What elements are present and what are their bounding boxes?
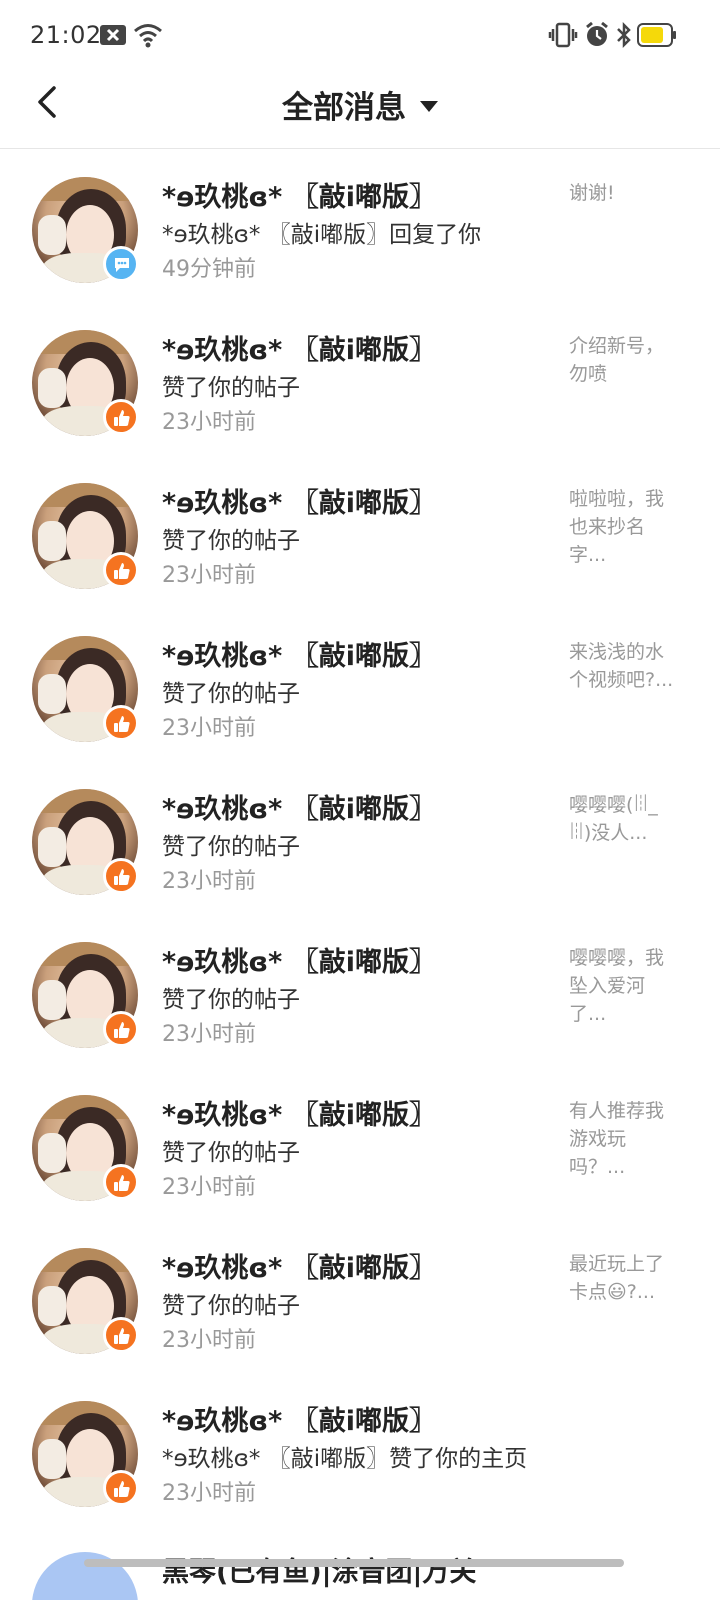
sender-name: *ɘ玖桃ɞ* 〖敲i嘟版〗: [162, 641, 436, 672]
message-item[interactable]: *ɘ玖桃ɞ* 〖敲i嘟版〗赞了你的帖子 23小时前 嘤嘤嘤(ꈨ_ꈨ)没人...: [0, 761, 720, 914]
message-action: 赞了你的帖子: [162, 375, 300, 401]
list-item-partial[interactable]: 黑琴(已有鱼)|涂音团|万关: [0, 1550, 720, 1600]
battery-icon: [637, 23, 677, 51]
caret-down-icon: [420, 101, 438, 112]
sender-name: *ɘ玖桃ɞ* 〖敲i嘟版〗: [162, 1406, 436, 1437]
sender-name: 黑琴(已有鱼)|涂音团|万关: [162, 1557, 477, 1588]
message-time: 23小时前: [162, 563, 256, 588]
message-item[interactable]: *ɘ玖桃ɞ* 〖敲i嘟版〗赞了你的帖子 23小时前 有人推荐我游戏玩吗？...: [0, 1067, 720, 1220]
like-badge-icon: [103, 399, 139, 435]
message-item[interactable]: *ɘ玖桃ɞ* 〖敲i嘟版〗 *ɘ玖桃ɞ* 〖敲i嘟版〗赞了你的主页 23小时前: [0, 1373, 720, 1526]
sender-name: *ɘ玖桃ɞ* 〖敲i嘟版〗: [162, 947, 436, 978]
page-title: 全部消息: [282, 90, 406, 126]
status-bar: 21:02: [0, 0, 720, 70]
like-badge-icon: [103, 705, 139, 741]
like-badge-icon: [103, 1317, 139, 1353]
message-item[interactable]: *ɘ玖桃ɞ* 〖敲i嘟版〗赞了你的帖子 23小时前 嘤嘤嘤，我坠入爱河了...: [0, 914, 720, 1067]
like-badge-icon: [103, 1011, 139, 1047]
sender-name: *ɘ玖桃ɞ* 〖敲i嘟版〗: [162, 182, 436, 213]
comment-badge-icon: [103, 246, 139, 282]
message-item[interactable]: *ɘ玖桃ɞ* 〖敲i嘟版〗赞了你的帖子 23小时前 来浅浅的水个视频吧?...: [0, 608, 720, 761]
sender-name: *ɘ玖桃ɞ* 〖敲i嘟版〗: [162, 794, 436, 825]
bluetooth-icon: [615, 21, 633, 53]
like-badge-icon: [103, 1164, 139, 1200]
like-badge-icon: [103, 1470, 139, 1506]
alarm-icon: [584, 21, 610, 53]
post-preview[interactable]: 嘤嘤嘤，我坠入爱河了...: [569, 944, 679, 1028]
message-time: 23小时前: [162, 869, 256, 894]
message-item[interactable]: *ɘ玖桃ɞ* 〖敲i嘟版〗 *ɘ玖桃ɞ* 〖敲i嘟版〗回复了你 49分钟前 谢谢!: [0, 149, 720, 302]
vibrate-icon: [548, 22, 578, 52]
post-preview[interactable]: 啦啦啦，我也来抄名字...: [569, 485, 679, 569]
message-time: 23小时前: [162, 410, 256, 435]
sender-name: *ɘ玖桃ɞ* 〖敲i嘟版〗: [162, 1253, 436, 1284]
wifi-icon: [133, 22, 163, 52]
message-item[interactable]: *ɘ玖桃ɞ* 〖敲i嘟版〗赞了你的帖子 23小时前 啦啦啦，我也来抄名字...: [0, 455, 720, 608]
message-action: 赞了你的帖子: [162, 528, 300, 554]
like-badge-icon: [103, 552, 139, 588]
message-action: 赞了你的帖子: [162, 987, 300, 1013]
post-preview[interactable]: 介绍新号，勿喷: [569, 332, 679, 388]
sender-name: *ɘ玖桃ɞ* 〖敲i嘟版〗: [162, 335, 436, 366]
message-time: 23小时前: [162, 1175, 256, 1200]
message-time: 23小时前: [162, 716, 256, 741]
sender-name: *ɘ玖桃ɞ* 〖敲i嘟版〗: [162, 488, 436, 519]
message-action: 赞了你的帖子: [162, 1293, 300, 1319]
message-list: *ɘ玖桃ɞ* 〖敲i嘟版〗 *ɘ玖桃ɞ* 〖敲i嘟版〗回复了你 49分钟前 谢谢! *ɘ…: [0, 149, 720, 1526]
message-item[interactable]: *ɘ玖桃ɞ* 〖敲i嘟版〗赞了你的帖子 23小时前 介绍新号，勿喷: [0, 302, 720, 455]
message-action: 赞了你的帖子: [162, 834, 300, 860]
message-time: 23小时前: [162, 1328, 256, 1353]
message-action: 赞了你的帖子: [162, 1140, 300, 1166]
message-action: *ɘ玖桃ɞ* 〖敲i嘟版〗赞了你的主页: [162, 1446, 528, 1472]
post-preview[interactable]: 有人推荐我游戏玩吗？...: [569, 1097, 679, 1181]
message-action: *ɘ玖桃ɞ* 〖敲i嘟版〗回复了你: [162, 222, 482, 248]
scroll-indicator: [84, 1559, 624, 1567]
message-time: 23小时前: [162, 1481, 256, 1506]
like-badge-icon: [103, 858, 139, 894]
status-time: 21:02: [30, 21, 102, 49]
post-preview[interactable]: 最近玩上了卡点😃?...: [569, 1250, 679, 1306]
post-preview[interactable]: 嘤嘤嘤(ꈨ_ꈨ)没人...: [569, 791, 679, 847]
message-action: 赞了你的帖子: [162, 681, 300, 707]
notification-x-icon: [100, 25, 126, 49]
message-filter-dropdown[interactable]: 全部消息: [0, 82, 720, 127]
post-preview[interactable]: 来浅浅的水个视频吧?...: [569, 638, 679, 694]
top-nav-bar: 全部消息: [0, 70, 720, 149]
sender-name: *ɘ玖桃ɞ* 〖敲i嘟版〗: [162, 1100, 436, 1131]
message-item[interactable]: *ɘ玖桃ɞ* 〖敲i嘟版〗赞了你的帖子 23小时前 最近玩上了卡点😃?...: [0, 1220, 720, 1373]
message-time: 49分钟前: [162, 257, 256, 282]
post-preview[interactable]: 谢谢!: [569, 179, 679, 207]
message-time: 23小时前: [162, 1022, 256, 1047]
